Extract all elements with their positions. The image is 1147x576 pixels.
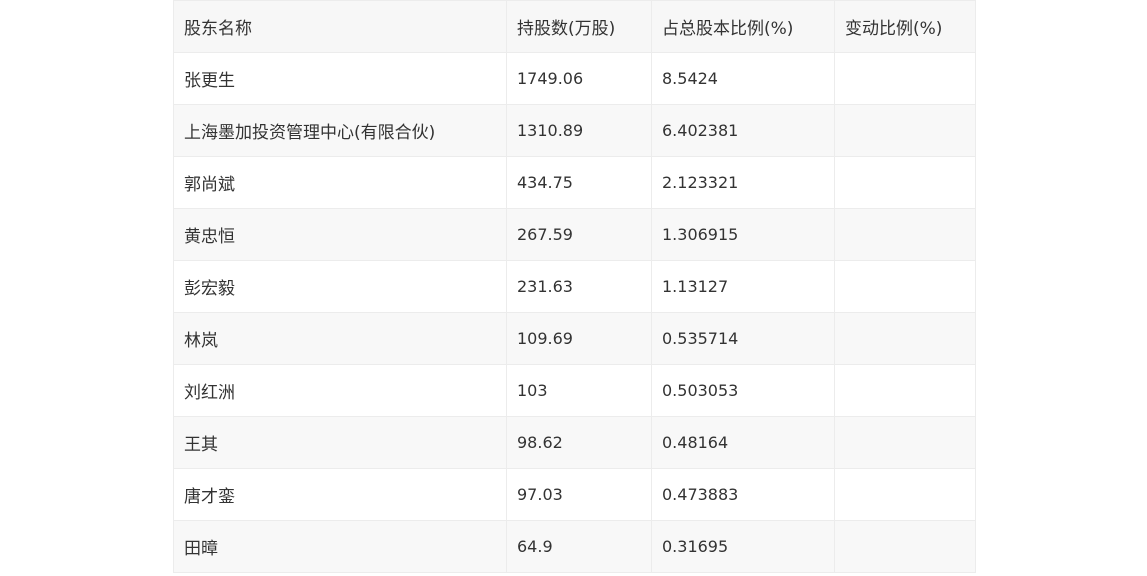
table-row: 彭宏毅 231.63 1.13127 <box>173 260 976 313</box>
cell-shares-held: 1749.06 <box>506 52 652 105</box>
header-share-ratio: 占总股本比例(%) <box>651 0 835 53</box>
cell-shareholder-name: 唐才銮 <box>173 468 507 521</box>
cell-change-ratio <box>834 416 976 469</box>
table-body: 张更生 1749.06 8.5424 上海墨加投资管理中心(有限合伙) 1310… <box>173 52 976 573</box>
cell-shareholder-name: 刘红洲 <box>173 364 507 417</box>
cell-change-ratio <box>834 260 976 313</box>
cell-share-ratio: 8.5424 <box>651 52 835 105</box>
cell-shareholder-name: 上海墨加投资管理中心(有限合伙) <box>173 104 507 157</box>
cell-shares-held: 98.62 <box>506 416 652 469</box>
table-row: 张更生 1749.06 8.5424 <box>173 52 976 105</box>
cell-shareholder-name: 林岚 <box>173 312 507 365</box>
cell-share-ratio: 6.402381 <box>651 104 835 157</box>
cell-shares-held: 267.59 <box>506 208 652 261</box>
cell-shares-held: 434.75 <box>506 156 652 209</box>
cell-shareholder-name: 彭宏毅 <box>173 260 507 313</box>
table-row: 郭尚斌 434.75 2.123321 <box>173 156 976 209</box>
table-row: 唐才銮 97.03 0.473883 <box>173 468 976 521</box>
header-row: 股东名称 持股数(万股) 占总股本比例(%) 变动比例(%) <box>173 0 976 53</box>
cell-shares-held: 103 <box>506 364 652 417</box>
cell-share-ratio: 0.473883 <box>651 468 835 521</box>
cell-shares-held: 97.03 <box>506 468 652 521</box>
table-row: 上海墨加投资管理中心(有限合伙) 1310.89 6.402381 <box>173 104 976 157</box>
table-row: 王其 98.62 0.48164 <box>173 416 976 469</box>
cell-share-ratio: 0.503053 <box>651 364 835 417</box>
header-shares-held: 持股数(万股) <box>506 0 652 53</box>
cell-share-ratio: 1.13127 <box>651 260 835 313</box>
header-shareholder-name: 股东名称 <box>173 0 507 53</box>
cell-shareholder-name: 王其 <box>173 416 507 469</box>
header-change-ratio: 变动比例(%) <box>834 0 976 53</box>
shareholder-table: 股东名称 持股数(万股) 占总股本比例(%) 变动比例(%) 张更生 1749.… <box>173 0 976 573</box>
cell-share-ratio: 0.31695 <box>651 520 835 573</box>
cell-share-ratio: 0.48164 <box>651 416 835 469</box>
cell-change-ratio <box>834 52 976 105</box>
cell-change-ratio <box>834 312 976 365</box>
cell-change-ratio <box>834 520 976 573</box>
table-row: 刘红洲 103 0.503053 <box>173 364 976 417</box>
cell-share-ratio: 1.306915 <box>651 208 835 261</box>
table-row: 林岚 109.69 0.535714 <box>173 312 976 365</box>
shareholder-table-container: 股东名称 持股数(万股) 占总股本比例(%) 变动比例(%) 张更生 1749.… <box>173 0 976 573</box>
cell-shares-held: 1310.89 <box>506 104 652 157</box>
cell-shares-held: 64.9 <box>506 520 652 573</box>
cell-shareholder-name: 田暲 <box>173 520 507 573</box>
cell-change-ratio <box>834 208 976 261</box>
table-header: 股东名称 持股数(万股) 占总股本比例(%) 变动比例(%) <box>173 0 976 53</box>
cell-share-ratio: 0.535714 <box>651 312 835 365</box>
cell-change-ratio <box>834 468 976 521</box>
cell-shareholder-name: 郭尚斌 <box>173 156 507 209</box>
cell-change-ratio <box>834 104 976 157</box>
table-row: 黄忠恒 267.59 1.306915 <box>173 208 976 261</box>
cell-change-ratio <box>834 364 976 417</box>
cell-share-ratio: 2.123321 <box>651 156 835 209</box>
cell-change-ratio <box>834 156 976 209</box>
cell-shares-held: 231.63 <box>506 260 652 313</box>
cell-shareholder-name: 黄忠恒 <box>173 208 507 261</box>
table-row: 田暲 64.9 0.31695 <box>173 520 976 573</box>
cell-shareholder-name: 张更生 <box>173 52 507 105</box>
cell-shares-held: 109.69 <box>506 312 652 365</box>
